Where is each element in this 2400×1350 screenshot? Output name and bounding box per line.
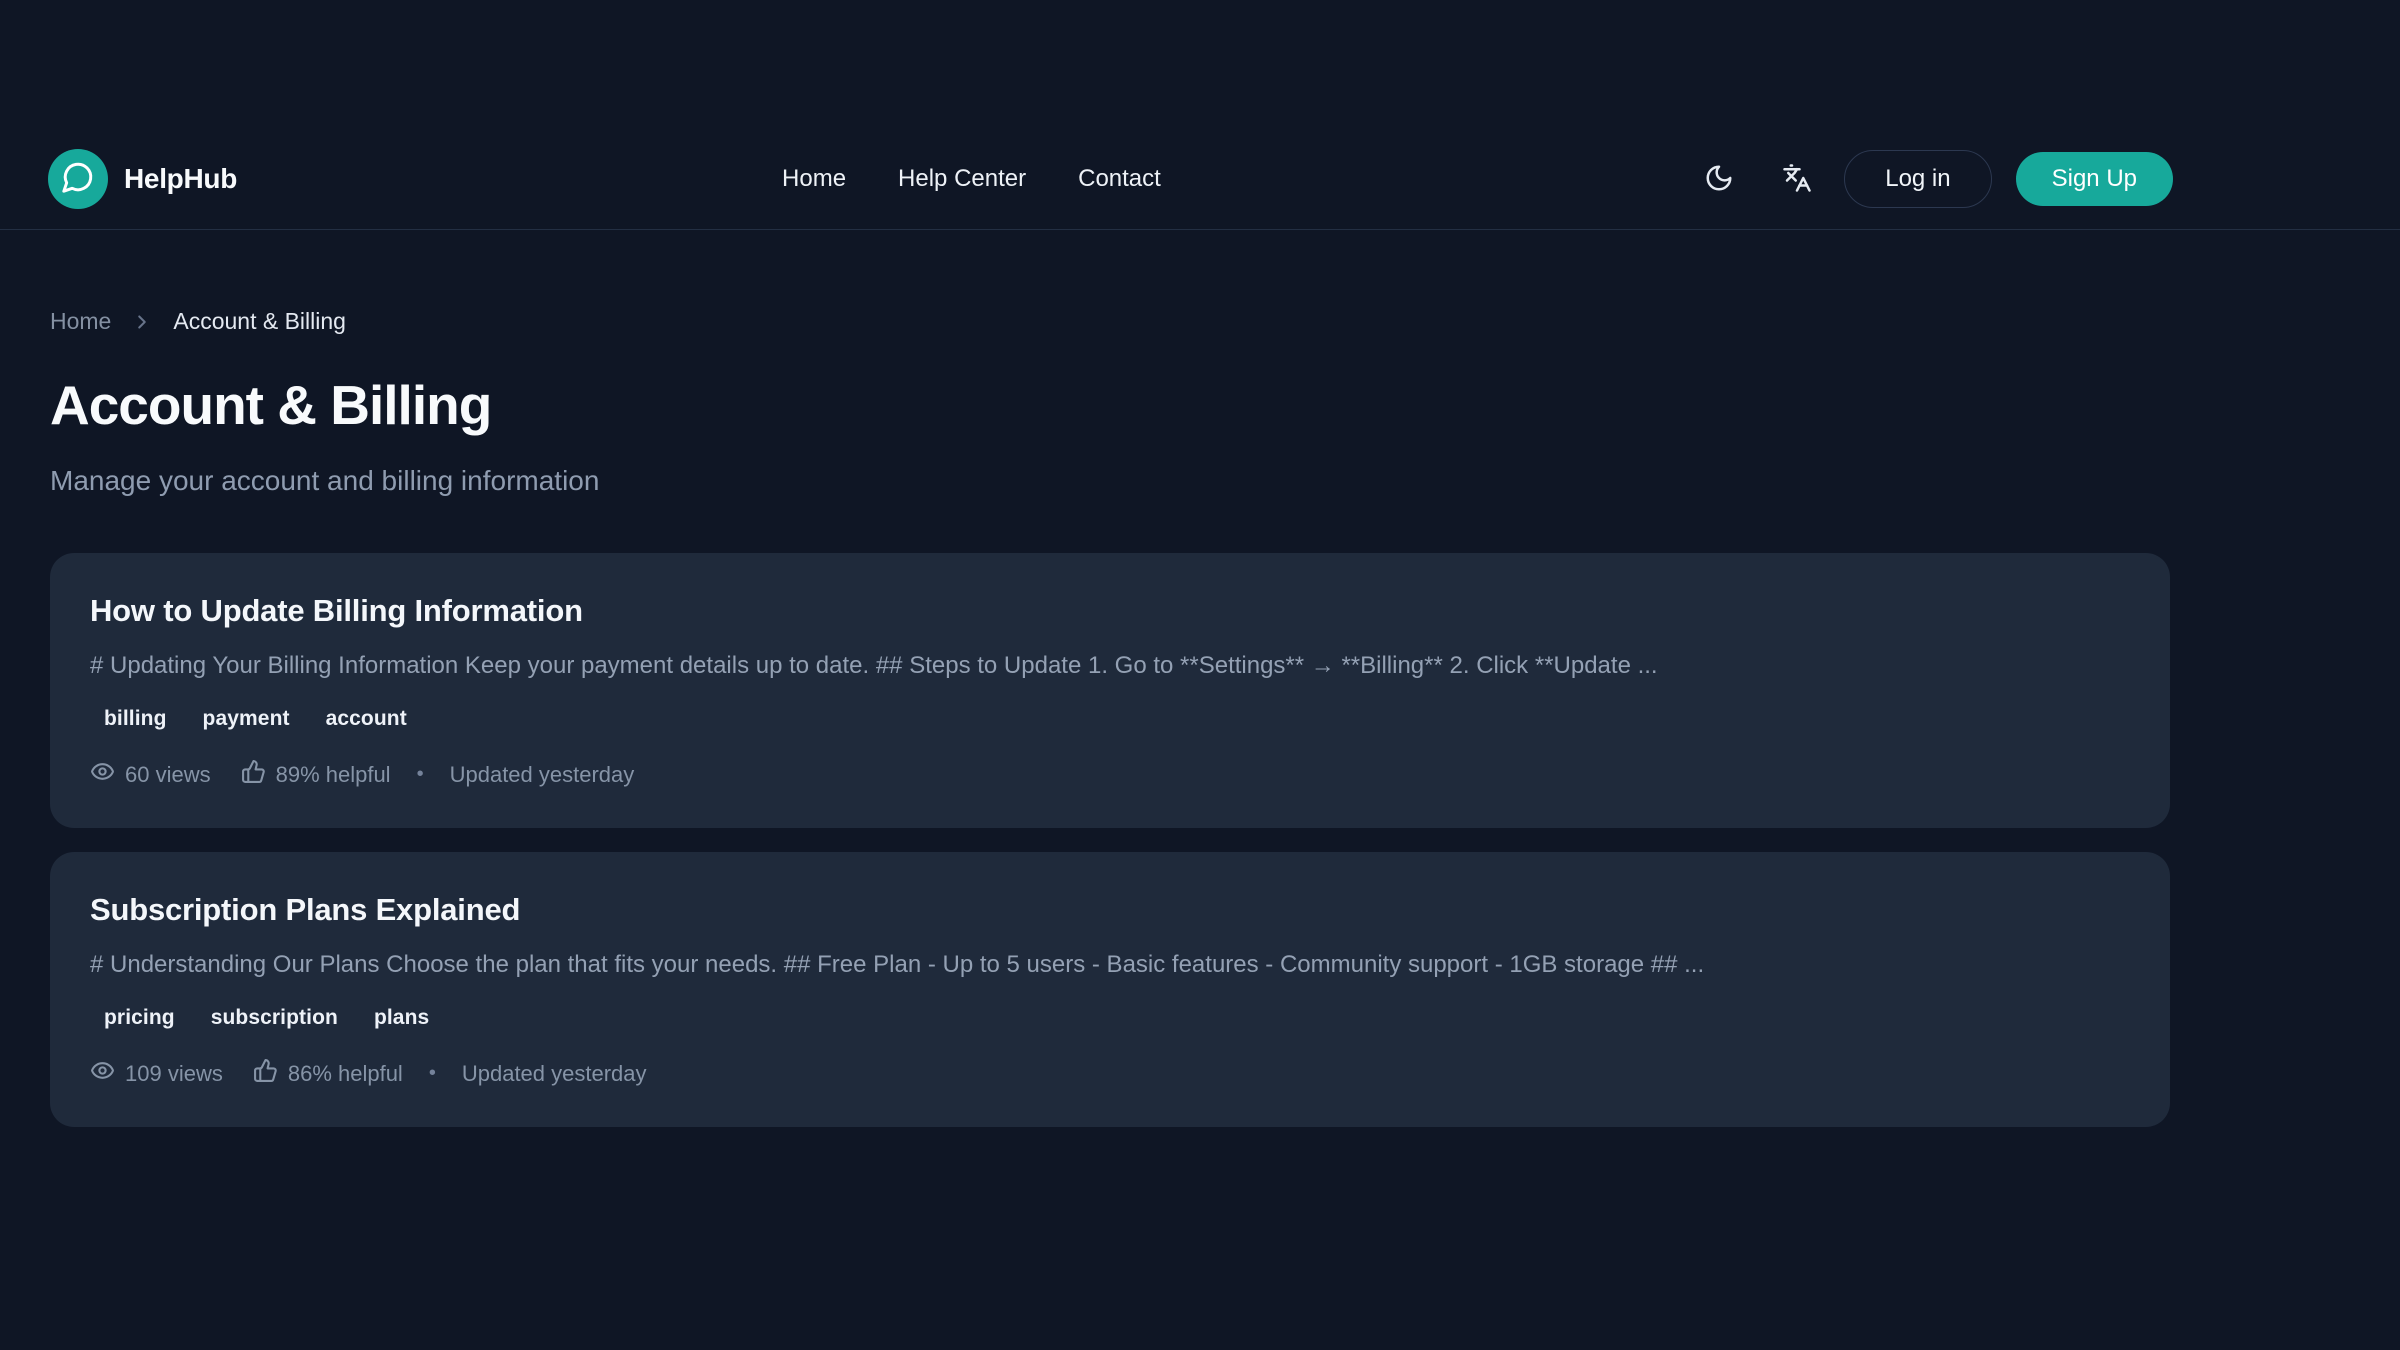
nav-link-home[interactable]: Home: [782, 165, 846, 193]
tag-pricing[interactable]: pricing: [104, 1006, 175, 1030]
page-subtitle: Manage your account and billing informat…: [50, 465, 2170, 497]
main-nav: Home Help Center Contact: [782, 165, 1161, 193]
page-title: Account & Billing: [50, 373, 2170, 437]
updated-text: Updated yesterday: [450, 762, 635, 788]
thumbs-up-icon: [253, 1058, 278, 1089]
header-actions: Log in Sign Up: [1694, 150, 2173, 208]
breadcrumb-current: Account & Billing: [173, 308, 346, 335]
article-title: How to Update Billing Information: [90, 593, 2130, 629]
login-button[interactable]: Log in: [1844, 150, 1991, 208]
article-card-subscription-plans[interactable]: Subscription Plans Explained # Understan…: [50, 852, 2170, 1127]
tag-billing[interactable]: billing: [104, 707, 167, 731]
helpful-percent: 89% helpful: [276, 762, 391, 788]
views-stat: 109 views: [90, 1058, 223, 1089]
signup-button[interactable]: Sign Up: [2016, 152, 2173, 206]
nav-link-help-center[interactable]: Help Center: [898, 165, 1026, 193]
language-button[interactable]: [1772, 154, 1822, 204]
tag-row: pricing subscription plans: [90, 1006, 2130, 1030]
meta-dot-separator: •: [429, 1062, 436, 1085]
article-excerpt: # Understanding Our Plans Choose the pla…: [90, 950, 2130, 980]
tag-payment[interactable]: payment: [203, 707, 290, 731]
article-excerpt: # Updating Your Billing Information Keep…: [90, 651, 2130, 681]
logo-circle: [48, 149, 108, 209]
chevron-right-icon: [131, 311, 153, 333]
speech-bubble-icon: [61, 160, 95, 199]
tag-account[interactable]: account: [326, 707, 407, 731]
article-meta: 60 views 89% helpful • Updated yesterday: [90, 759, 2130, 790]
helpful-stat: 89% helpful: [241, 759, 391, 790]
meta-dot-separator: •: [417, 763, 424, 786]
brand-name: HelpHub: [124, 163, 237, 195]
eye-icon: [90, 1058, 115, 1089]
nav-link-contact[interactable]: Contact: [1078, 165, 1161, 193]
brand-logo[interactable]: HelpHub: [48, 149, 237, 209]
views-count: 109 views: [125, 1061, 223, 1087]
article-card-billing-info[interactable]: How to Update Billing Information # Upda…: [50, 553, 2170, 828]
tag-subscription[interactable]: subscription: [211, 1006, 338, 1030]
theme-toggle-button[interactable]: [1694, 154, 1744, 204]
navbar-inner: HelpHub Home Help Center Contact: [48, 141, 2173, 217]
helpful-percent: 86% helpful: [288, 1061, 403, 1087]
breadcrumb: Home Account & Billing: [50, 308, 2170, 335]
helpful-stat: 86% helpful: [253, 1058, 403, 1089]
page-content: Home Account & Billing Account & Billing…: [50, 308, 2170, 1127]
article-meta: 109 views 86% helpful • Updated yesterda…: [90, 1058, 2130, 1089]
tag-row: billing payment account: [90, 707, 2130, 731]
moon-icon: [1704, 163, 1734, 196]
views-stat: 60 views: [90, 759, 211, 790]
top-navbar: HelpHub Home Help Center Contact: [0, 0, 2400, 230]
updated-text: Updated yesterday: [462, 1061, 647, 1087]
breadcrumb-home-link[interactable]: Home: [50, 308, 111, 335]
eye-icon: [90, 759, 115, 790]
translate-icon: [1782, 163, 1812, 196]
article-list: How to Update Billing Information # Upda…: [50, 553, 2170, 1127]
views-count: 60 views: [125, 762, 211, 788]
article-title: Subscription Plans Explained: [90, 892, 2130, 928]
tag-plans[interactable]: plans: [374, 1006, 429, 1030]
thumbs-up-icon: [241, 759, 266, 790]
